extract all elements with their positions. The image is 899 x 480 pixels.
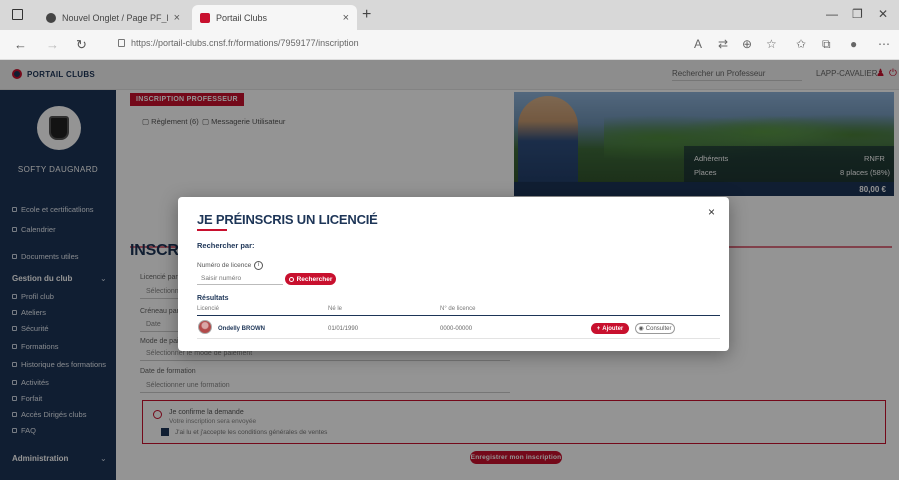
search-by-label: Rechercher par:	[197, 241, 255, 250]
search-button[interactable]: Rechercher	[285, 273, 336, 285]
column-header: Né le	[328, 306, 343, 312]
read-aloud-icon[interactable]: A	[694, 37, 702, 51]
add-button-label: Ajouter	[602, 325, 624, 332]
favorites-icon[interactable]: ☆	[766, 37, 777, 51]
licensee-name: Ondelly BROWN	[218, 326, 266, 332]
table-header-divider	[197, 315, 720, 316]
url-field[interactable]: https://portail-clubs.cnsf.fr/formations…	[118, 38, 359, 48]
translate-icon[interactable]: ⇄	[718, 37, 728, 51]
browser-tab-1[interactable]: Nouvel Onglet / Page PF_PRIVATE ×	[38, 5, 188, 30]
title-underline	[197, 229, 227, 231]
view-licensee-button[interactable]: ◉ Consulter	[635, 323, 675, 334]
view-button-label: Consulter	[645, 325, 672, 332]
column-header: N° de licence	[440, 306, 476, 312]
results-label: Résultats	[197, 295, 229, 302]
licensee-birthdate: 01/01/1990	[328, 326, 359, 332]
add-licensee-button[interactable]: + Ajouter	[591, 323, 629, 334]
license-label-text: Numéro de licence	[197, 262, 252, 269]
row-divider	[197, 338, 720, 339]
forward-icon[interactable]: →	[46, 37, 59, 52]
collections-icon[interactable]: ✩	[796, 37, 806, 51]
minimize-icon[interactable]: —	[826, 7, 838, 21]
eye-icon: ◉	[638, 326, 644, 332]
tab-favicon-icon	[200, 12, 210, 23]
modal-title: JE PRÉINSCRIS UN LICENCIÉ	[197, 212, 378, 227]
tab-close-icon[interactable]: ×	[174, 12, 180, 24]
window-menu-icon[interactable]	[12, 9, 23, 20]
modal-close-icon[interactable]: ×	[708, 205, 715, 219]
tab-favicon-icon	[46, 12, 56, 23]
tab-title: Nouvel Onglet / Page PF_PRIVATE	[62, 12, 168, 23]
column-header: Licencié	[197, 306, 220, 312]
licensee-number: 0000-00000	[440, 326, 473, 332]
license-number-input[interactable]	[197, 273, 283, 285]
new-tab-button[interactable]: +	[362, 6, 371, 24]
tab-title: Portail Clubs	[216, 12, 268, 23]
plus-icon: +	[596, 325, 601, 332]
extensions-icon[interactable]: ⧉	[822, 37, 831, 52]
zoom-icon[interactable]: ⊕	[742, 37, 752, 51]
info-icon[interactable]: i	[254, 261, 264, 270]
browser-tabbar: Nouvel Onglet / Page PF_PRIVATE × Portai…	[0, 0, 899, 30]
browser-tab-2[interactable]: Portail Clubs ×	[192, 5, 357, 30]
preinscription-modal: × JE PRÉINSCRIS UN LICENCIÉ Rechercher p…	[178, 197, 729, 351]
profile-icon[interactable]: ●	[850, 37, 857, 51]
license-number-label: Numéro de licence i	[197, 261, 264, 270]
url-text: https://portail-clubs.cnsf.fr/formations…	[131, 38, 359, 48]
refresh-icon[interactable]: ↻	[76, 37, 87, 53]
address-bar: ← → ↻ https://portail-clubs.cnsf.fr/form…	[0, 30, 899, 60]
more-icon[interactable]: ⋯	[878, 37, 890, 51]
window-close-icon[interactable]: ✕	[878, 7, 888, 21]
search-button-label: Rechercher	[296, 275, 333, 283]
back-icon[interactable]: ←	[14, 37, 27, 52]
maximize-icon[interactable]: ❐	[852, 7, 863, 21]
tab-close-icon[interactable]: ×	[343, 12, 349, 24]
avatar	[198, 320, 212, 334]
lock-icon	[118, 39, 125, 47]
search-icon	[288, 276, 294, 282]
